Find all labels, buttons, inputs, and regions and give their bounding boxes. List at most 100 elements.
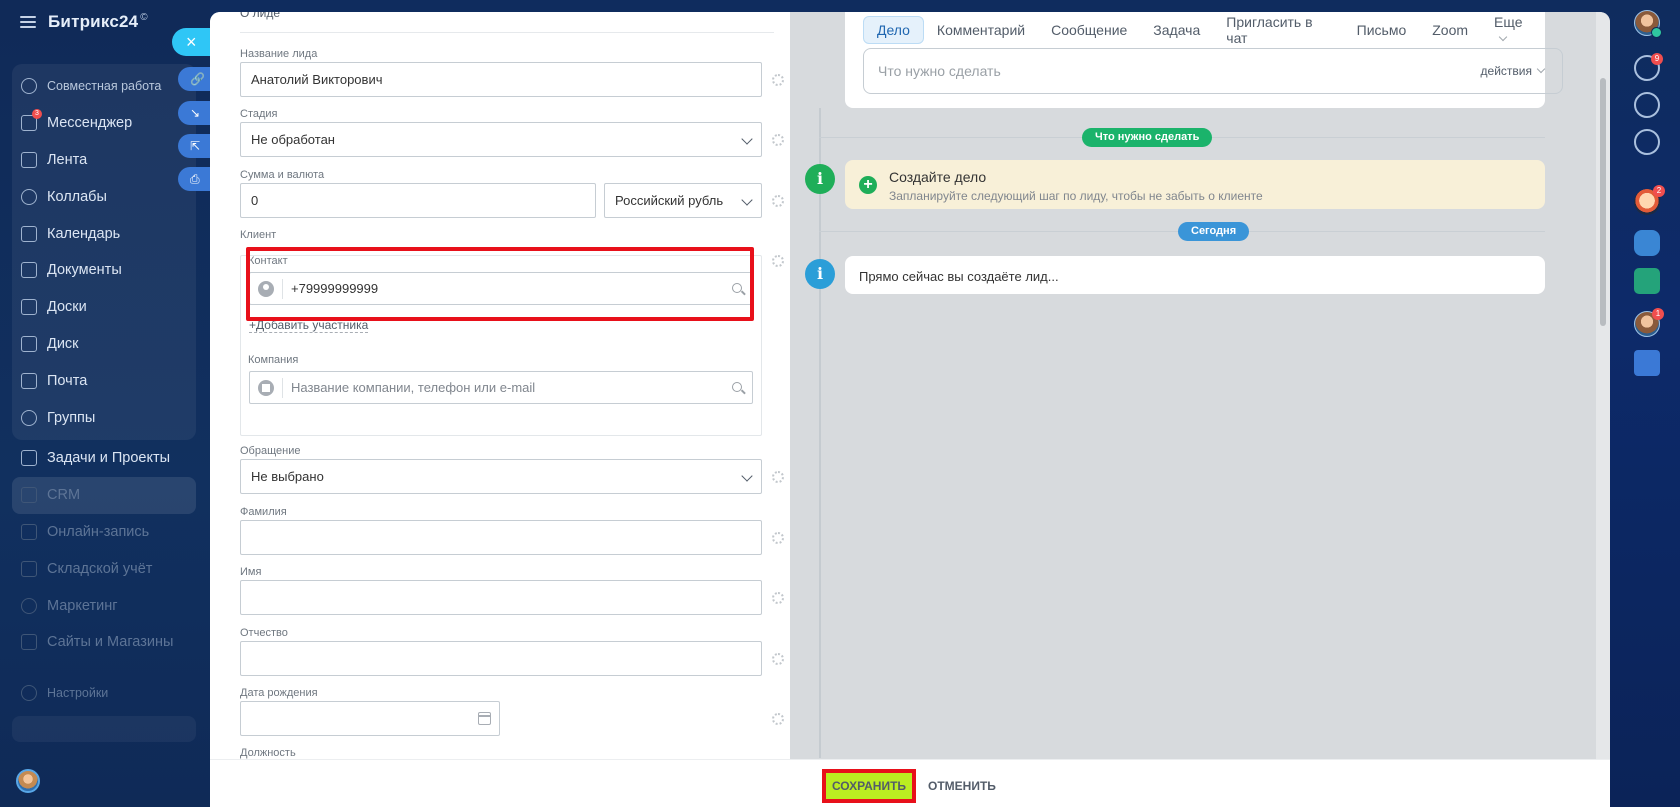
- creating-lead-text: Прямо сейчас вы создаёте лид...: [859, 269, 1059, 284]
- search-icon[interactable]: [732, 382, 742, 392]
- stage-label: Стадия: [240, 108, 278, 120]
- tab-email[interactable]: Письмо: [1344, 17, 1420, 43]
- sidebar-item-groups[interactable]: Группы: [12, 399, 196, 436]
- scrollbar-thumb[interactable]: [1600, 78, 1606, 326]
- user-avatar[interactable]: [16, 769, 40, 793]
- tab-comment[interactable]: Комментарий: [924, 17, 1038, 43]
- open-lines-icon[interactable]: [1634, 129, 1660, 155]
- open-external-button[interactable]: ⇱: [178, 134, 212, 158]
- client-label: Клиент: [240, 229, 277, 241]
- collapse-button[interactable]: ↘: [178, 101, 212, 125]
- save-button[interactable]: СОХРАНИТЬ: [822, 769, 916, 803]
- chat-bubble-icon[interactable]: [1634, 230, 1660, 256]
- sidebar-item-inventory[interactable]: Складской учёт: [12, 550, 196, 587]
- sidebar-item-label: Документы: [47, 262, 122, 279]
- company-icon: [258, 379, 274, 396]
- tab-label: Письмо: [1356, 22, 1407, 38]
- user-chat-avatar[interactable]: 1: [1634, 308, 1664, 337]
- sidebar-item-documents[interactable]: Документы: [12, 252, 196, 289]
- left-sidebar: Битрикс24 © Совместная работа 3 Мессендже…: [0, 0, 210, 807]
- gear-icon[interactable]: [772, 713, 784, 725]
- lead-name-value: Анатолий Викторович: [251, 72, 383, 87]
- amount-input[interactable]: 0: [240, 183, 596, 218]
- form-section-title[interactable]: О лиде: [240, 12, 280, 20]
- activity-input[interactable]: Что нужно сделать действия: [863, 48, 1563, 94]
- gear-icon[interactable]: [772, 532, 784, 544]
- scrollbar[interactable]: [1596, 12, 1610, 759]
- gear-icon[interactable]: [772, 471, 784, 483]
- copilot-icon[interactable]: [1634, 92, 1660, 118]
- brand: Битрикс24 ©: [20, 12, 148, 32]
- menu-group-collab: Совместная работа 3 Мессенджер Лента Кол…: [12, 64, 196, 440]
- create-activity-card[interactable]: + Создайте дело Запланируйте следующий ш…: [845, 160, 1545, 209]
- appeal-select[interactable]: Не выбрано: [240, 459, 762, 494]
- tab-invite-chat[interactable]: Пригласить в чат: [1213, 12, 1343, 51]
- first-name-label: Имя: [240, 566, 262, 578]
- sidebar-item-label: CRM: [47, 487, 81, 504]
- first-name-input[interactable]: [240, 580, 762, 615]
- print-icon: ⎙: [190, 172, 200, 186]
- gear-icon[interactable]: [772, 195, 784, 207]
- notifications-icon[interactable]: 9: [1634, 53, 1663, 81]
- gear-icon[interactable]: [772, 592, 784, 604]
- bookmark-icon[interactable]: [1634, 350, 1660, 376]
- middle-name-input[interactable]: [240, 641, 762, 676]
- sidebar-item-mail[interactable]: Почта: [12, 362, 196, 399]
- sidebar-item-tasks[interactable]: Задачи и Проекты: [12, 440, 196, 477]
- calendar-icon[interactable]: [478, 712, 491, 725]
- sidebar-item-feed[interactable]: Лента: [12, 142, 196, 179]
- timeline: Дело Комментарий Сообщение Задача Пригла…: [790, 12, 1596, 759]
- tab-zoom[interactable]: Zoom: [1419, 17, 1481, 43]
- tab-message[interactable]: Сообщение: [1038, 17, 1140, 43]
- print-button[interactable]: ⎙: [178, 167, 212, 191]
- sidebar-item-marketing[interactable]: Маркетинг: [12, 587, 196, 624]
- appeal-value: Не выбрано: [251, 469, 324, 484]
- last-name-input[interactable]: [240, 520, 762, 555]
- lead-name-input[interactable]: Анатолий Викторович: [240, 62, 762, 97]
- birth-date-input[interactable]: [240, 701, 500, 736]
- lead-slider-panel: О лиде Название лида Анатолий Викторович…: [210, 12, 1610, 807]
- sidebar-item-settings[interactable]: Настройки: [12, 675, 196, 712]
- sidebar-item-label: Диск: [47, 335, 79, 352]
- collapse-icon: ↘: [190, 106, 201, 120]
- timeline-line: [819, 108, 821, 758]
- tab-activity[interactable]: Дело: [863, 16, 924, 44]
- sidebar-item-collab[interactable]: Совместная работа: [12, 68, 196, 105]
- close-button[interactable]: ×: [172, 28, 212, 56]
- sidebar-item-collabs[interactable]: Коллабы: [12, 178, 196, 215]
- sidebar-item-booking[interactable]: Онлайн-запись: [12, 514, 196, 551]
- sidebar-item-boards[interactable]: Доски: [12, 289, 196, 326]
- sidebar-item-calendar[interactable]: Календарь: [12, 215, 196, 252]
- lead-name-label: Название лида: [240, 48, 318, 60]
- chevron-down-icon: [741, 470, 753, 482]
- sheet-icon[interactable]: [1634, 268, 1660, 294]
- booking-icon: [21, 523, 37, 540]
- hamburger-icon[interactable]: [20, 16, 36, 28]
- todo-pill: Что нужно сделать: [1082, 128, 1213, 147]
- link-icon: 🔗: [190, 72, 205, 86]
- company-search-input[interactable]: Название компании, телефон или e-mail: [249, 371, 753, 404]
- gear-icon[interactable]: [772, 653, 784, 665]
- cancel-button[interactable]: ОТМЕНИТЬ: [928, 775, 996, 797]
- sidebar-item-sites[interactable]: Сайты и Магазины: [12, 624, 196, 661]
- tab-more[interactable]: Еще: [1481, 12, 1545, 51]
- tab-task[interactable]: Задача: [1140, 17, 1213, 43]
- sidebar-item-crm[interactable]: CRM: [12, 476, 196, 514]
- sidebar-bottom-bar[interactable]: [12, 716, 196, 742]
- chat-avatar[interactable]: 2: [1634, 185, 1665, 215]
- gear-icon[interactable]: [772, 74, 784, 86]
- stage-select[interactable]: Не обработан: [240, 122, 762, 157]
- sidebar-item-messenger[interactable]: 3 Мессенджер: [12, 105, 196, 142]
- chevron-down-icon: [1536, 64, 1546, 74]
- sidebar-item-label: Онлайн-запись: [47, 523, 150, 540]
- currency-select[interactable]: Российский рубль: [604, 183, 762, 218]
- sidebar-item-disk[interactable]: Диск: [12, 326, 196, 363]
- amount-label: Сумма и валюта: [240, 169, 325, 181]
- plus-icon[interactable]: +: [859, 176, 877, 194]
- brand-name[interactable]: Битрикс24 ©: [48, 12, 148, 32]
- gear-icon[interactable]: [772, 134, 784, 146]
- gear-icon[interactable]: [772, 255, 784, 267]
- copy-link-button[interactable]: 🔗: [178, 67, 212, 91]
- actions-dropdown[interactable]: действия: [1481, 64, 1546, 78]
- profile-avatar[interactable]: [1634, 10, 1662, 38]
